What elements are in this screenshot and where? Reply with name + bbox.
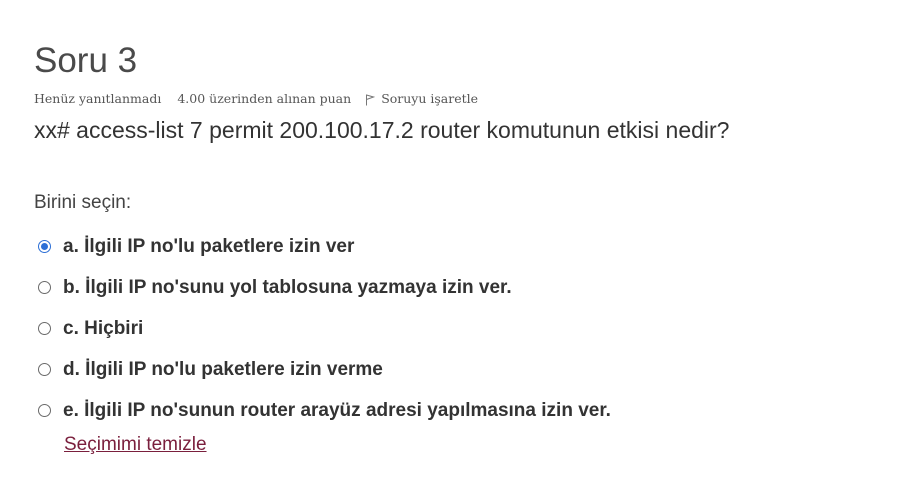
answer-option-d[interactable]: d. İlgili IP no'lu paketlere izin verme (38, 349, 611, 390)
question-state: Henüz yanıtlanmadı (34, 91, 162, 106)
answer-label-e[interactable]: e. İlgili IP no'sunun router arayüz adre… (63, 400, 611, 422)
answer-prompt: Birini seçin: (34, 192, 132, 213)
radio-button-c[interactable] (38, 322, 51, 335)
radio-button-a[interactable] (38, 240, 51, 253)
answer-list: a. İlgili IP no'lu paketlere izin ver b.… (38, 226, 611, 431)
answer-label-c[interactable]: c. Hiçbiri (63, 318, 143, 340)
answer-option-e[interactable]: e. İlgili IP no'sunun router arayüz adre… (38, 390, 611, 431)
answer-label-a[interactable]: a. İlgili IP no'lu paketlere izin ver (63, 236, 354, 258)
clear-choice-link[interactable]: Seçimimi temizle (64, 434, 207, 456)
radio-button-e[interactable] (38, 404, 51, 417)
answer-option-a[interactable]: a. İlgili IP no'lu paketlere izin ver (38, 226, 611, 267)
question-info: Henüz yanıtlanmadı 4.00 üzerinden alınan… (34, 91, 478, 106)
answer-label-d[interactable]: d. İlgili IP no'lu paketlere izin verme (63, 359, 383, 381)
question-header: Soru 3 (34, 40, 137, 82)
flag-icon (365, 94, 376, 106)
question-grade: 4.00 üzerinden alınan puan (177, 91, 352, 106)
question-text: xx# access-list 7 permit 200.100.17.2 ro… (34, 117, 730, 143)
radio-button-d[interactable] (38, 363, 51, 376)
flag-question-label: Soruyu işaretle (381, 91, 479, 106)
answer-label-b[interactable]: b. İlgili IP no'sunu yol tablosuna yazma… (63, 277, 512, 299)
answer-option-c[interactable]: c. Hiçbiri (38, 308, 611, 349)
flag-question-link[interactable]: Soruyu işaretle (365, 91, 478, 106)
question-title: Soru 3 (34, 41, 138, 80)
radio-button-b[interactable] (38, 281, 51, 294)
answer-option-b[interactable]: b. İlgili IP no'sunu yol tablosuna yazma… (38, 267, 611, 308)
